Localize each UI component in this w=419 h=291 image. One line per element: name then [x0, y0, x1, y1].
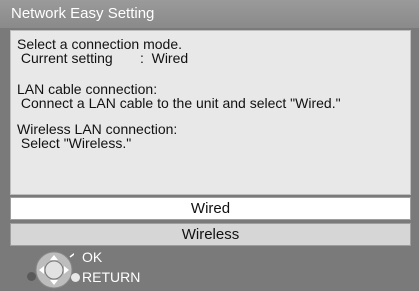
option-wireless[interactable]: Wireless — [10, 223, 411, 246]
footer-bar — [0, 248, 419, 291]
lan-instruction: Connect a LAN cable to the unit and sele… — [17, 95, 341, 111]
return-dot-icon — [71, 273, 80, 282]
message-panel: Select a connection mode. Current settin… — [10, 30, 411, 195]
ok-hint: OK — [82, 249, 103, 265]
network-easy-setting-screen: Network Easy Setting Select a connection… — [0, 0, 419, 291]
return-hint: RETURN — [82, 269, 141, 285]
wireless-instruction: Select "Wireless." — [17, 135, 132, 151]
remote-cursor-pad-icon — [35, 251, 74, 289]
option-wired[interactable]: Wired — [10, 197, 411, 220]
window-title: Network Easy Setting — [0, 0, 419, 28]
current-setting-text: Current setting : Wired — [17, 50, 189, 66]
